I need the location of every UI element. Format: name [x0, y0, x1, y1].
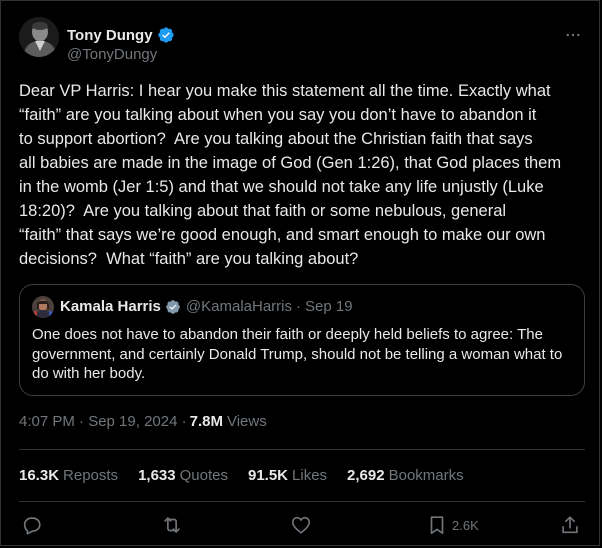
quote-separator: · [296, 298, 301, 315]
tweet-text: Dear VP Harris: I hear you make this sta… [19, 82, 562, 268]
verified-badge-icon [157, 27, 174, 43]
quote-header: Kamala Harris @KamalaHarris · Sep 19 [60, 298, 353, 315]
bookmarks-count: 2,692 [347, 467, 385, 484]
bookmark-button[interactable]: 2.6K [426, 513, 479, 537]
reply-icon [23, 517, 41, 535]
repost-icon [164, 517, 180, 533]
like-button[interactable] [290, 513, 312, 537]
bookmark-icon [430, 516, 444, 535]
quoted-tweet[interactable]: Kamala Harris @KamalaHarris · Sep 19 One… [19, 284, 585, 396]
likes-stat[interactable]: 91.5K Likes [248, 467, 327, 484]
tweet-header: Tony Dungy @TonyDungy [19, 17, 585, 67]
bookmark-count: 2.6K [452, 517, 479, 533]
author-avatar[interactable] [19, 17, 59, 57]
reply-button[interactable] [21, 513, 43, 537]
quote-author-avatar[interactable] [32, 296, 54, 318]
likes-label: Likes [292, 467, 328, 484]
tweet-timestamp[interactable]: 4:07 PM · Sep 19, 2024 · [19, 413, 187, 430]
author-handle[interactable]: @TonyDungy [67, 46, 157, 63]
quotes-count: 1,633 [138, 467, 176, 484]
tweet-meta: 4:07 PM · Sep 19, 2024 · 7.8M Views [19, 413, 267, 430]
author-name-row: Tony Dungy [67, 26, 175, 44]
bookmarks-label: Bookmarks [388, 467, 464, 484]
heart-icon [291, 516, 311, 534]
divider [19, 501, 585, 502]
bookmarks-stat[interactable]: 2,692 Bookmarks [347, 467, 464, 484]
repost-button[interactable] [161, 513, 183, 537]
reposts-count: 16.3K [19, 467, 60, 484]
quote-author-handle[interactable]: @KamalaHarris [186, 298, 292, 315]
author-name[interactable]: Tony Dungy [67, 27, 153, 44]
reposts-label: Reposts [63, 467, 119, 484]
divider [19, 449, 585, 450]
share-icon [562, 516, 578, 534]
engagement-stats: 16.3K Reposts 1,633 Quotes 91.5K Likes 2… [19, 467, 484, 484]
quotes-stat[interactable]: 1,633 Quotes [138, 467, 228, 484]
views-count: 7.8M [189, 413, 223, 430]
tweet-card: Tony Dungy @TonyDungy Dear VP Harris: I … [0, 0, 600, 546]
reposts-stat[interactable]: 16.3K Reposts [19, 467, 118, 484]
quote-text: One does not have to abandon their faith… [32, 326, 563, 382]
likes-count: 91.5K [247, 467, 289, 484]
quotes-label: Quotes [179, 467, 228, 484]
action-bar: 2.6K [19, 511, 585, 539]
share-button[interactable] [559, 513, 581, 537]
quote-author-name[interactable]: Kamala Harris [60, 298, 161, 315]
quote-date[interactable]: Sep 19 [305, 298, 353, 315]
quote-verified-badge-icon [166, 299, 180, 314]
more-options-icon[interactable] [563, 25, 583, 45]
views-label: Views [226, 413, 267, 430]
